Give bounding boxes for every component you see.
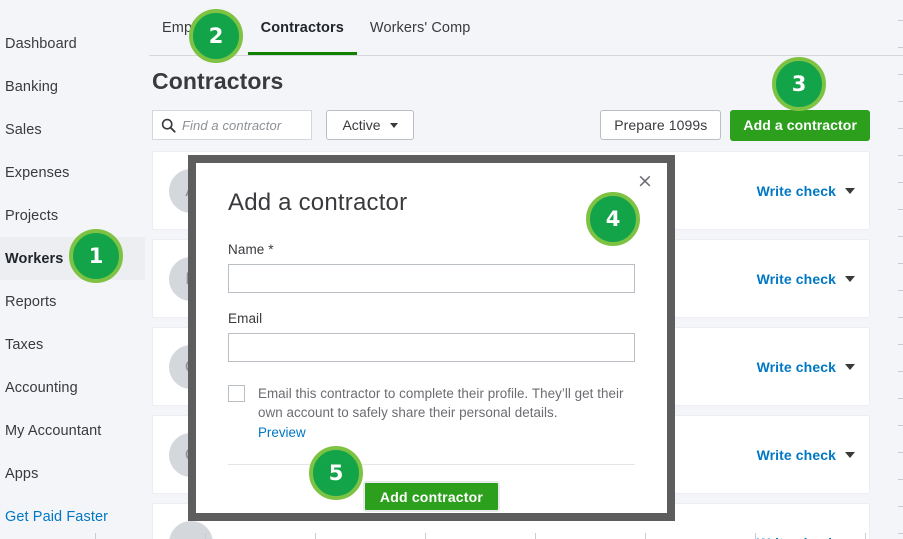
- step-badge-3: 3: [772, 57, 826, 111]
- chevron-down-icon[interactable]: [845, 451, 855, 458]
- sidebar-item-label: Accounting: [5, 379, 78, 396]
- step-badge-2: 2: [189, 9, 243, 63]
- write-check-label: Write check: [756, 358, 836, 375]
- email-contractor-checkbox[interactable]: [228, 385, 245, 402]
- email-contractor-option: Email this contractor to complete their …: [228, 384, 635, 442]
- sidebar-item-label: Get Paid Faster: [5, 508, 109, 525]
- name-field[interactable]: [228, 264, 635, 293]
- sidebar-item-dashboard[interactable]: Dashboard: [0, 22, 145, 65]
- write-check-action[interactable]: Write check: [757, 447, 855, 463]
- add-contractor-submit-button[interactable]: Add contractor: [362, 481, 501, 512]
- chevron-down-icon[interactable]: [845, 187, 855, 194]
- name-field-label: Name *: [228, 242, 274, 257]
- sidebar-item-label: Workers: [5, 250, 64, 267]
- email-contractor-text-block: Email this contractor to complete their …: [258, 384, 635, 442]
- sidebar-item-accounting[interactable]: Accounting: [0, 366, 145, 409]
- sidebar-item-sales[interactable]: Sales: [0, 108, 145, 151]
- chevron-down-icon[interactable]: [845, 363, 855, 370]
- modal-footer: Add contractor: [228, 481, 635, 512]
- email-field[interactable]: [228, 333, 635, 362]
- chevron-down-icon: [389, 122, 398, 128]
- sidebar-item-label: My Accountant: [5, 422, 102, 439]
- toolbar: Find a contractor Active Prepare 1099s A…: [145, 109, 903, 141]
- sidebar-item-label: Banking: [5, 78, 59, 95]
- sidebar-item-label: Taxes: [5, 336, 44, 353]
- status-filter-label: Active: [342, 117, 381, 133]
- modal-title: Add a contractor: [228, 189, 408, 216]
- write-check-action[interactable]: Write check: [757, 359, 855, 375]
- sidebar-item-banking[interactable]: Banking: [0, 65, 145, 108]
- add-a-contractor-button[interactable]: Add a contractor: [730, 109, 870, 141]
- modal-divider: [228, 464, 635, 465]
- write-check-label: Write check: [756, 446, 836, 463]
- sidebar-item-label: Projects: [5, 207, 59, 224]
- sidebar-item-label: Reports: [5, 293, 57, 310]
- avatar: [169, 520, 213, 539]
- quickbooks-workers-page: Dashboard Banking Sales Expenses Projects Wor…: [0, 0, 903, 539]
- write-check-label: Write check: [757, 535, 836, 539]
- step-badge-5: 5: [309, 446, 363, 500]
- chevron-down-icon[interactable]: [845, 275, 855, 282]
- tab-bar: EmployeesContractorsWorkers' Comp: [145, 0, 903, 56]
- tab-contractors[interactable]: Contractors: [247, 0, 358, 55]
- prepare-1099s-button[interactable]: Prepare 1099s: [600, 110, 722, 140]
- sidebar-item-label: Apps: [5, 465, 39, 482]
- step-badge-1: 1: [69, 229, 123, 283]
- write-check-action[interactable]: Write check: [757, 271, 855, 287]
- sidebar-item-expenses[interactable]: Expenses: [0, 151, 145, 194]
- step-badge-4: 4: [586, 192, 640, 246]
- status-filter-dropdown[interactable]: Active: [326, 110, 414, 140]
- sidebar-item-label: Sales: [5, 121, 42, 138]
- search-input[interactable]: Find a contractor: [152, 110, 312, 140]
- write-check-label: Write check: [756, 182, 836, 199]
- email-field-label: Email: [228, 311, 263, 326]
- sidebar-item-reports[interactable]: Reports: [0, 280, 145, 323]
- write-check-action[interactable]: Write check: [757, 183, 855, 199]
- preview-link[interactable]: Preview: [258, 425, 306, 440]
- sidebar-item-taxes[interactable]: Taxes: [0, 323, 145, 366]
- sidebar-item-label: Expenses: [5, 164, 70, 181]
- sidebar-item-apps[interactable]: Apps: [0, 452, 145, 495]
- search-icon: [161, 118, 176, 133]
- sidebar-item-projects[interactable]: Projects: [0, 194, 145, 237]
- sidebar-item-label: Dashboard: [5, 35, 77, 52]
- write-check-label: Write check: [756, 270, 836, 287]
- close-icon[interactable]: ×: [634, 170, 656, 192]
- write-check-action[interactable]: Write check: [757, 535, 855, 539]
- sidebar-item-my-accountant[interactable]: My Accountant: [0, 409, 145, 452]
- tab-workers-comp[interactable]: Workers' Comp: [357, 0, 484, 55]
- email-contractor-label: Email this contractor to complete their …: [258, 386, 624, 420]
- search-placeholder-text: Find a contractor: [182, 117, 282, 133]
- sidebar-item-get-paid-faster[interactable]: Get Paid Faster: [0, 495, 145, 538]
